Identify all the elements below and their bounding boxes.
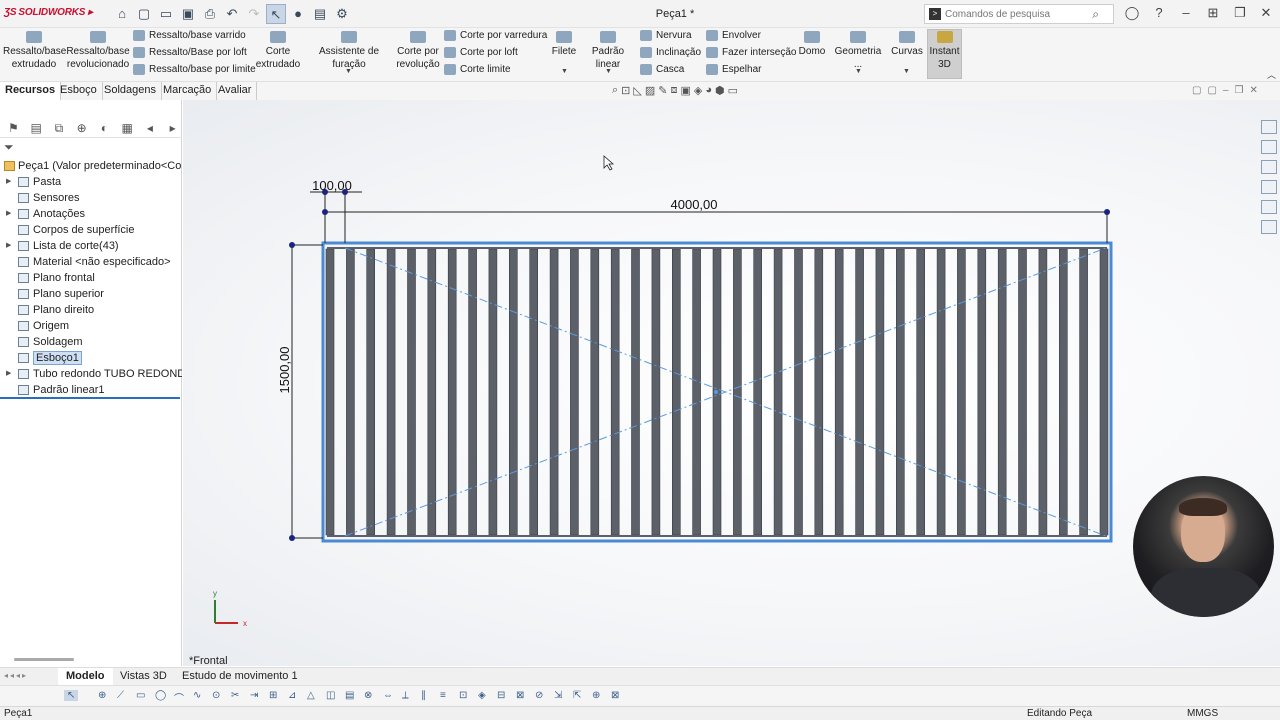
round-tube[interactable] bbox=[916, 248, 926, 536]
round-tube[interactable] bbox=[508, 248, 518, 536]
round-tube[interactable] bbox=[834, 248, 844, 536]
round-tube[interactable] bbox=[1079, 248, 1088, 536]
sketch-tool-icon[interactable]: ⇱ bbox=[573, 690, 581, 701]
round-tube[interactable] bbox=[753, 248, 763, 536]
sketch-midpoint[interactable] bbox=[714, 390, 718, 394]
round-tube[interactable] bbox=[957, 248, 966, 536]
sketch-tool-icon[interactable]: ⟋ bbox=[117, 690, 124, 701]
mouse-cursor-icon bbox=[603, 155, 615, 171]
round-tube[interactable] bbox=[1059, 248, 1068, 536]
view-orientation-label: *Frontal bbox=[189, 655, 228, 667]
sketch-tool-icon[interactable]: ⊕ bbox=[98, 690, 106, 701]
sketch-tool-icon[interactable]: ≡ bbox=[440, 690, 446, 701]
round-tube[interactable] bbox=[936, 248, 946, 536]
round-tube[interactable] bbox=[671, 248, 681, 536]
presenter-hair bbox=[1179, 498, 1227, 516]
round-tube[interactable] bbox=[427, 248, 437, 536]
presenter-body bbox=[1151, 568, 1261, 617]
status-mode: Editando Peça bbox=[1027, 708, 1093, 719]
tab-estudo-movimento[interactable]: Estudo de movimento 1 bbox=[174, 668, 306, 686]
sketch-tool-icon[interactable]: ⊘ bbox=[535, 690, 543, 701]
tab-modelo[interactable]: Modelo bbox=[58, 668, 113, 686]
round-tube[interactable] bbox=[1038, 248, 1048, 536]
round-tube[interactable] bbox=[346, 248, 355, 536]
sketch-tool-icon[interactable]: ◫ bbox=[326, 690, 335, 701]
round-tube[interactable] bbox=[386, 248, 396, 536]
round-tube[interactable] bbox=[549, 248, 559, 536]
sketch-tool-icon[interactable]: ◈ bbox=[478, 690, 486, 701]
status-document: Peça1 bbox=[4, 708, 33, 719]
sketch-tool-icon[interactable]: ⊞ bbox=[269, 690, 277, 701]
sketch-tool-icon[interactable]: ⊿ bbox=[288, 690, 296, 701]
round-tube[interactable] bbox=[488, 248, 498, 536]
round-tube[interactable] bbox=[895, 248, 905, 536]
sketch-tool-icon[interactable]: ⊙ bbox=[212, 690, 220, 701]
sketch-tool-icon[interactable]: ⊗ bbox=[364, 690, 372, 701]
select-tool-icon[interactable]: ↖ bbox=[64, 690, 79, 701]
sketch-canvas: 4000,00 100,00 1500,00 x y bbox=[213, 155, 1113, 628]
bottom-tabs: ◂◂◂▸ Modelo Vistas 3D Estudo de moviment… bbox=[0, 667, 1280, 686]
sketch-tool-icon[interactable]: ∥ bbox=[421, 690, 426, 701]
status-units[interactable]: MMGS bbox=[1187, 708, 1218, 719]
context-toolbar: ↖ ⊕ ⟋ ▭ ◯ ⌒ ∿ ⊙ ✂ ⇥ ⊞ ⊿ △ ◫ ▤ ⊗ ⇔ ⟂ ∥ ≡ ⊡ ◈ ⊟ ⊠ ⊘ ⇲ ⇱ ⊕ ⊠ bbox=[0, 685, 1280, 707]
sketch-tool-icon[interactable]: ✂ bbox=[231, 690, 239, 701]
sketch-tool-icon[interactable]: ⊠ bbox=[516, 690, 524, 701]
tab-nav-arrows-icon[interactable]: ◂◂◂▸ bbox=[4, 671, 28, 680]
sketch-tool-icon[interactable]: ⌒ bbox=[174, 690, 184, 705]
round-tube[interactable] bbox=[366, 248, 376, 536]
round-tube[interactable] bbox=[651, 248, 661, 536]
round-tube[interactable] bbox=[794, 248, 803, 536]
round-tube[interactable] bbox=[773, 248, 783, 536]
round-tube[interactable] bbox=[997, 248, 1007, 536]
round-tube[interactable] bbox=[692, 248, 701, 536]
sketch-point[interactable] bbox=[289, 535, 295, 541]
triad-y-label: y bbox=[213, 589, 217, 598]
round-tube[interactable] bbox=[529, 248, 539, 536]
sketch-tool-icon[interactable]: ▭ bbox=[136, 690, 145, 701]
round-tube[interactable] bbox=[977, 248, 987, 536]
sketch-tool-icon[interactable]: ▤ bbox=[345, 690, 354, 701]
sketch-point[interactable] bbox=[322, 209, 328, 215]
tab-vistas-3d[interactable]: Vistas 3D bbox=[112, 668, 175, 686]
round-tube[interactable] bbox=[875, 248, 885, 536]
round-tube[interactable] bbox=[570, 248, 579, 536]
dimension-width-text[interactable]: 4000,00 bbox=[671, 197, 718, 212]
sketch-tool-icon[interactable]: ⊠ bbox=[611, 690, 619, 701]
tree-scrollbar[interactable] bbox=[14, 658, 74, 661]
sketch-tool-icon[interactable]: ⇲ bbox=[554, 690, 562, 701]
sketch-tool-icon[interactable]: ⇥ bbox=[250, 690, 258, 701]
round-tube[interactable] bbox=[407, 248, 416, 536]
round-tube[interactable] bbox=[631, 248, 640, 536]
sketch-tool-icon[interactable]: ⊡ bbox=[459, 690, 467, 701]
sketch-point[interactable] bbox=[289, 242, 295, 248]
sketch-tool-icon[interactable]: △ bbox=[307, 690, 315, 701]
webcam-overlay bbox=[1133, 476, 1274, 617]
sketch-tool-icon[interactable]: ◯ bbox=[155, 690, 166, 701]
round-tube[interactable] bbox=[610, 248, 620, 536]
sketch-point[interactable] bbox=[1104, 209, 1110, 215]
round-tube[interactable] bbox=[590, 248, 600, 536]
sketch-tool-icon[interactable]: ⊟ bbox=[497, 690, 505, 701]
triad-x-label: x bbox=[243, 619, 247, 628]
round-tube[interactable] bbox=[447, 248, 457, 536]
round-tube[interactable] bbox=[733, 248, 742, 536]
sketch-tool-icon[interactable]: ⊕ bbox=[592, 690, 600, 701]
sketch-tool-icon[interactable]: ⇔ bbox=[383, 690, 393, 701]
round-tube[interactable] bbox=[468, 248, 477, 536]
dimension-spacing-text[interactable]: 100,00 bbox=[312, 178, 352, 193]
round-tube[interactable] bbox=[855, 248, 864, 536]
status-bar: Peça1 Editando Peça MMGS bbox=[0, 706, 1280, 720]
round-tube[interactable] bbox=[814, 248, 824, 536]
round-tube[interactable] bbox=[1018, 248, 1027, 536]
dimension-height-text[interactable]: 1500,00 bbox=[277, 347, 292, 394]
sketch-tool-icon[interactable]: ⟂ bbox=[402, 690, 409, 701]
sketch-tool-icon[interactable]: ∿ bbox=[193, 690, 201, 701]
